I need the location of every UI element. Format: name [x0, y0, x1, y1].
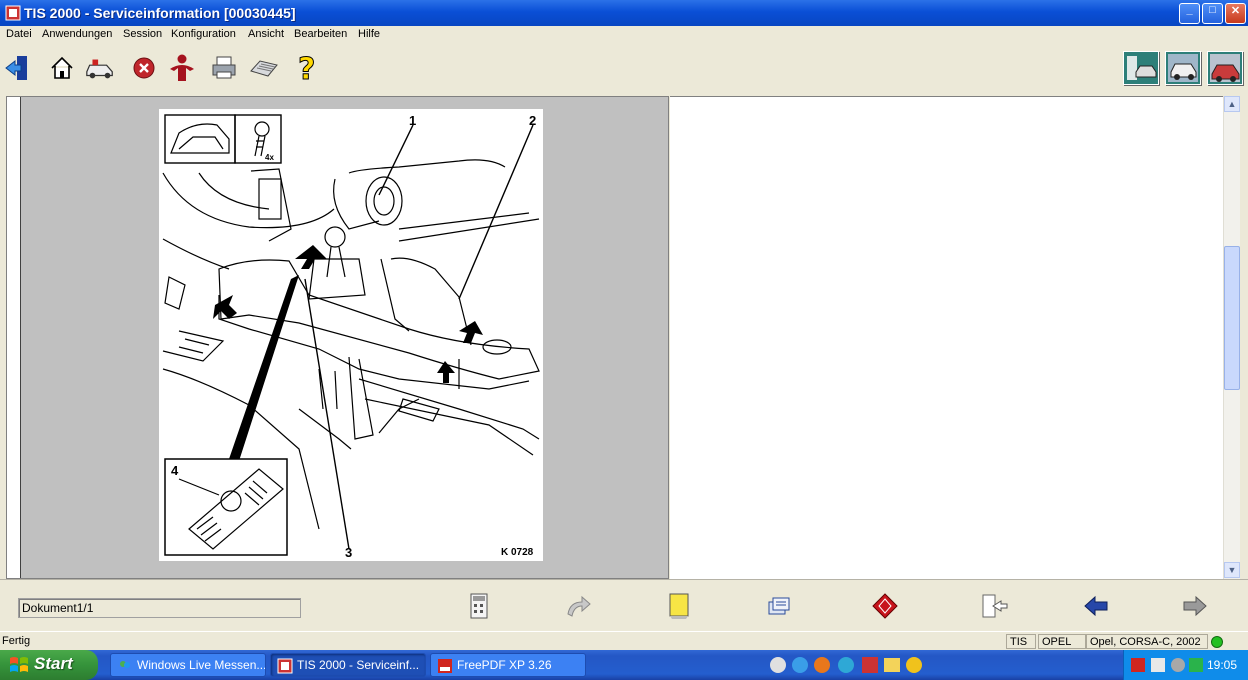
status-vehicle: Opel, CORSA-C, 2002 [1086, 634, 1208, 649]
document-toolbar: Dokument1/1 [0, 579, 1248, 631]
callout-1: 1 [409, 113, 416, 128]
scroll-thumb[interactable] [1224, 246, 1240, 390]
scroll-up-button[interactable]: ▲ [1224, 96, 1240, 112]
center-console-drawing: 1 2 3 4 K 0728 4x [162, 113, 540, 560]
inset-count: 4x [265, 153, 274, 162]
redo-icon[interactable] [562, 590, 592, 622]
keyboard-icon[interactable] [248, 52, 280, 84]
browser-icon[interactable] [838, 657, 854, 673]
status-app: TIS [1006, 634, 1036, 649]
menu-bearbeiten[interactable]: Bearbeiten [294, 28, 347, 40]
service-vehicle-icon[interactable] [1165, 51, 1201, 85]
menu-konfiguration[interactable]: Konfiguration [171, 28, 236, 40]
title-bar: TIS 2000 - Serviceinformation [00030445]… [0, 0, 1248, 26]
menu-ansicht[interactable]: Ansicht [248, 28, 284, 40]
menu-session[interactable]: Session [123, 28, 162, 40]
exit-icon[interactable] [2, 52, 34, 84]
tray-pdf-icon[interactable] [1131, 658, 1145, 672]
task-label: TIS 2000 - Serviceinf... [297, 658, 420, 672]
figure-ref-code: K 0728 [501, 547, 534, 558]
start-label: Start [34, 654, 73, 673]
messenger-icon [120, 661, 130, 668]
taskbar: Start Windows Live Messen... TIS 2000 - … [0, 650, 1248, 680]
start-button[interactable]: Start [0, 650, 98, 680]
task-label: FreePDF XP 3.26 [457, 658, 552, 672]
task-messenger[interactable]: Windows Live Messen... [110, 653, 266, 677]
home-icon[interactable] [46, 52, 78, 84]
text-pane [670, 96, 1223, 579]
status-brand: OPEL [1038, 634, 1086, 649]
navigation-icon[interactable] [870, 590, 900, 622]
task-freepdf[interactable]: FreePDF XP 3.26 [430, 653, 586, 677]
close-button[interactable]: ✕ [1225, 3, 1246, 24]
service-illustration: 1 2 3 4 K 0728 4x [159, 109, 543, 561]
repair-vehicle-icon[interactable] [1207, 51, 1243, 85]
tis-app-icon [5, 5, 21, 21]
svg-text:?: ? [298, 52, 315, 84]
documents-icon[interactable] [764, 590, 794, 622]
person-icon[interactable] [166, 52, 198, 84]
menu-hilfe[interactable]: Hilfe [358, 28, 380, 40]
print-icon[interactable] [208, 52, 240, 84]
illustration-pane: 1 2 3 4 K 0728 4x [6, 96, 669, 579]
forward-icon[interactable] [1180, 590, 1210, 622]
tray-speaker-icon[interactable] [1171, 658, 1185, 672]
tis-quick-icon[interactable] [862, 657, 878, 673]
diagnostic-vehicle-icon[interactable] [1123, 51, 1159, 85]
calculator-icon[interactable] [464, 590, 494, 622]
help-icon[interactable]: ? [290, 52, 322, 84]
document-field: Dokument1/1 [18, 598, 301, 618]
vehicle-selection-icon[interactable] [84, 52, 116, 84]
media-player-icon[interactable] [906, 657, 922, 673]
clock: 19:05 [1207, 658, 1238, 672]
folder-icon[interactable] [884, 658, 900, 672]
quick-launch-item-icon[interactable] [770, 657, 786, 673]
back-icon[interactable] [1081, 590, 1111, 622]
tray-security-icon[interactable] [1189, 658, 1203, 672]
notes-icon[interactable] [664, 590, 694, 622]
menu-bar: Datei Anwendungen Session Konfiguration … [0, 26, 1248, 44]
callout-3: 3 [345, 545, 352, 560]
windows-logo-icon [10, 657, 28, 672]
callout-4: 4 [171, 463, 179, 478]
exit-doc-icon[interactable] [979, 590, 1009, 622]
quick-launch [768, 656, 924, 674]
tis-icon [277, 658, 293, 674]
stop-icon[interactable] [128, 52, 160, 84]
status-text: Fertig [2, 635, 31, 647]
vertical-scrollbar[interactable]: ▲ ▼ [1223, 96, 1240, 579]
window-title: TIS 2000 - Serviceinformation [00030445] [24, 5, 296, 21]
tray-network-icon[interactable] [1151, 658, 1165, 672]
task-tis[interactable]: TIS 2000 - Serviceinf... [270, 653, 426, 677]
toolbar: ? [0, 44, 1248, 93]
connection-indicator-icon [1211, 636, 1223, 648]
scroll-down-button[interactable]: ▼ [1224, 562, 1240, 578]
firefox-icon[interactable] [814, 657, 830, 673]
system-tray: 19:05 [1123, 650, 1248, 680]
ie-icon[interactable] [792, 657, 808, 673]
status-bar: Fertig TIS OPEL Opel, CORSA-C, 2002 [0, 631, 1248, 650]
maximize-button[interactable]: □ [1202, 3, 1223, 24]
menu-anwendungen[interactable]: Anwendungen [42, 28, 112, 40]
task-label: Windows Live Messen... [137, 658, 266, 672]
menu-datei[interactable]: Datei [6, 28, 32, 40]
main-area: 1 2 3 4 K 0728 4x ▲ ▼ [0, 93, 1248, 579]
pdf-icon [438, 659, 452, 673]
minimize-button[interactable]: _ [1179, 3, 1200, 24]
callout-2: 2 [529, 113, 536, 128]
